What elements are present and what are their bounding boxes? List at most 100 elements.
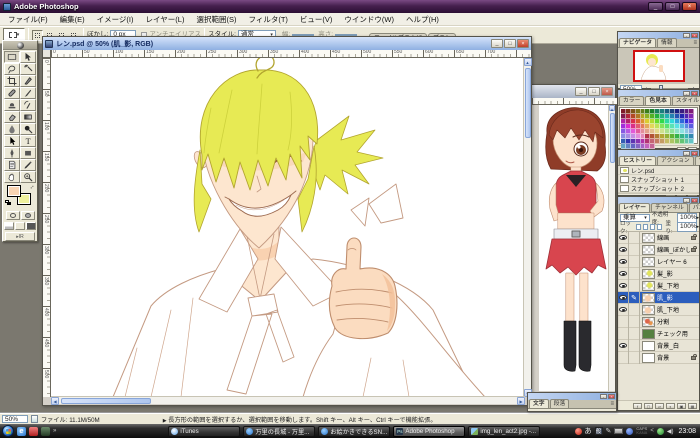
doc2-canvas[interactable]	[539, 105, 611, 391]
layer-mask-button[interactable]: ◻	[644, 403, 653, 409]
layer-name[interactable]: レイヤー 6	[657, 257, 699, 266]
app-titlebar[interactable]: Adobe Photoshop _ □ ×	[0, 0, 700, 13]
history-brush-tool[interactable]	[20, 99, 36, 111]
layer-thumbnail[interactable]	[642, 257, 655, 267]
layer-thumbnail[interactable]	[642, 245, 655, 255]
layer-thumbnail[interactable]	[642, 305, 655, 315]
layer-thumbnail[interactable]	[642, 353, 655, 363]
charpal-minimize-button[interactable]: -	[600, 394, 607, 399]
history-tab-1[interactable]: アクション	[657, 156, 694, 165]
doc2-close-button[interactable]: ×	[601, 87, 613, 96]
clone-stamp-tool[interactable]	[4, 99, 20, 111]
lock-pixels-checkbox[interactable]	[643, 224, 648, 230]
layer-row[interactable]: ✎肌_影	[618, 292, 699, 304]
layer-thumbnail[interactable]	[642, 281, 655, 291]
fullscreen-button[interactable]	[26, 222, 36, 230]
quicklaunch-icon-2[interactable]	[29, 427, 38, 436]
doc-close-button[interactable]: ×	[517, 39, 529, 48]
taskbar-button-0[interactable]: iTunes	[168, 426, 240, 437]
volume-icon[interactable]: ◀)	[667, 428, 674, 435]
layer-link-cell[interactable]	[629, 316, 640, 328]
history-tab-0[interactable]: ヒストリー	[619, 156, 656, 165]
adjustment-layer-button[interactable]: ◐	[666, 403, 675, 409]
layer-name[interactable]: 背景_白	[657, 341, 699, 350]
navigator-close-button[interactable]: ×	[691, 33, 698, 38]
taskbar-button-3[interactable]: PsAdobe Photoshop	[393, 426, 465, 437]
standard-mode-button[interactable]	[6, 211, 20, 220]
layer-link-cell[interactable]	[629, 328, 640, 340]
navigator-view-box[interactable]	[633, 50, 685, 82]
layer-link-cell[interactable]	[629, 232, 640, 244]
rect-shape-tool[interactable]	[20, 147, 36, 159]
menu-item-7[interactable]: ウインドウ(W)	[338, 13, 400, 26]
layer-row[interactable]: 髪_影	[618, 268, 699, 280]
layers-tab-0[interactable]: レイヤー	[619, 203, 650, 212]
eraser-tool[interactable]	[4, 111, 20, 123]
document-titlebar[interactable]: レン.psd @ 50% (肌_影, RGB) _ □ ×	[43, 37, 531, 50]
adobe-logo-icon[interactable]	[17, 42, 24, 49]
dodge-tool[interactable]	[20, 123, 36, 135]
layer-link-cell[interactable]	[629, 352, 640, 364]
default-colors-icon[interactable]	[5, 200, 12, 206]
layer-link-cell[interactable]	[629, 280, 640, 292]
layer-link-cell[interactable]: ✎	[629, 292, 640, 304]
navigator-minimize-button[interactable]: -	[683, 33, 690, 38]
doc2-scroll-up[interactable]: ▲	[609, 105, 615, 111]
path-select-tool[interactable]	[4, 135, 20, 147]
menu-item-5[interactable]: フィルタ(T)	[242, 13, 293, 26]
blur-tool[interactable]	[4, 123, 20, 135]
tray-collapse-chevron[interactable]: <	[650, 428, 654, 434]
toolbox-grip[interactable]	[3, 41, 37, 50]
charpal-panel-menu-icon[interactable]: ≡	[610, 400, 616, 408]
layer-visibility-toggle[interactable]	[618, 352, 629, 364]
layer-name[interactable]: 分割	[657, 317, 699, 326]
taskbar-button-1[interactable]: 万里の長城 - 万里...	[243, 426, 315, 437]
menu-item-3[interactable]: レイヤー(L)	[140, 13, 191, 26]
start-button[interactable]	[2, 425, 14, 437]
magic-wand-tool[interactable]	[20, 63, 36, 75]
layer-row[interactable]: チェック用	[618, 328, 699, 340]
layer-visibility-toggle[interactable]	[618, 280, 629, 292]
document-window-len[interactable]: レン.psd @ 50% (肌_影, RGB) _ □ × 0501001502…	[42, 36, 532, 406]
doc-maximize-button[interactable]: □	[504, 39, 516, 48]
tray-icon-green[interactable]	[657, 428, 664, 435]
scroll-right-arrow[interactable]: ▶	[517, 397, 525, 405]
menu-item-4[interactable]: 選択範囲(S)	[190, 13, 242, 26]
history-tab-2[interactable]: ツールプリセット	[695, 156, 700, 165]
layer-thumbnail[interactable]	[642, 329, 655, 339]
layer-style-button[interactable]: ƒ	[633, 403, 642, 409]
layer-visibility-toggle[interactable]	[618, 256, 629, 268]
layer-name[interactable]: 髪_下地	[657, 281, 699, 290]
layer-name[interactable]: 髪_影	[657, 269, 699, 278]
layer-visibility-toggle[interactable]	[618, 328, 629, 340]
file-size-info[interactable]: ファイル: 11.1M/50M	[41, 415, 100, 424]
layer-link-cell[interactable]	[629, 256, 640, 268]
menu-item-8[interactable]: ヘルプ(H)	[400, 13, 445, 26]
fullscreen-menubar-button[interactable]	[15, 222, 25, 230]
ime-mode-indicator[interactable]: 般	[595, 427, 603, 435]
layer-visibility-toggle[interactable]	[618, 316, 629, 328]
healing-brush-tool[interactable]	[4, 87, 20, 99]
layer-name[interactable]: 線画_ぼかし	[657, 245, 690, 254]
scroll-left-arrow[interactable]: ◀	[51, 397, 59, 405]
lock-all-checkbox[interactable]	[657, 224, 662, 230]
navigator-tab-0[interactable]: ナビゲータ	[619, 38, 656, 47]
layer-visibility-toggle[interactable]	[618, 244, 629, 256]
layer-visibility-toggle[interactable]	[618, 268, 629, 280]
delete-layer-button[interactable]: ▦	[688, 403, 697, 409]
rect-marquee-tool[interactable]	[4, 51, 20, 63]
layer-name[interactable]: 線画	[657, 233, 690, 242]
canvas[interactable]	[51, 58, 525, 397]
maximize-button[interactable]: □	[665, 2, 680, 11]
jump-to-imageready-button[interactable]: ▸IR	[5, 232, 35, 241]
horizontal-scroll-thumb[interactable]	[61, 398, 151, 404]
ime-hiragana-indicator[interactable]: あ	[585, 428, 592, 435]
notes-tool[interactable]	[4, 159, 20, 171]
layer-name[interactable]: 肌_下地	[657, 305, 699, 314]
charpal-tab-1[interactable]: 段落	[550, 399, 570, 408]
doc2-scroll-thumb[interactable]	[610, 113, 615, 163]
doc2-minimize-button[interactable]: _	[575, 87, 587, 96]
zoom-tool[interactable]	[20, 171, 36, 183]
layer-row[interactable]: レイヤー 6	[618, 256, 699, 268]
navigator-preview-area[interactable]	[618, 48, 699, 84]
